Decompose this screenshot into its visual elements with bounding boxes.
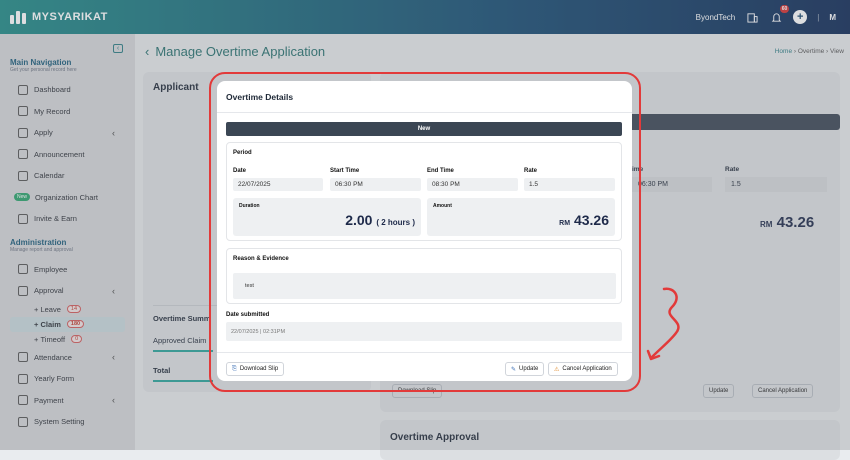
warning-icon: ⚠: [554, 366, 560, 373]
cancel-application-button[interactable]: ⚠ Cancel Application: [548, 362, 618, 376]
modal-title: Overtime Details: [226, 91, 294, 102]
duration-number: 2.00: [345, 212, 373, 228]
btn-label: Update: [519, 366, 539, 372]
footer-divider: [217, 352, 632, 353]
rate-field: 1.5: [524, 178, 615, 191]
amount-number: 43.26: [573, 212, 609, 228]
duration-value: 2.00 ( 2 hours ): [345, 212, 415, 228]
period-section: Period Date 22/07/2025 Start Time 06:30 …: [226, 142, 622, 241]
amount-value: RM 43.26: [559, 212, 609, 228]
reason-section: Reason & Evidence test: [226, 248, 622, 304]
date-field: 22/07/2025: [233, 178, 323, 191]
date-label: Date: [233, 168, 247, 174]
date-submitted-label: Date submitted: [226, 312, 270, 318]
update-button[interactable]: ✎ Update: [505, 362, 545, 376]
end-time-label: End Time: [427, 168, 454, 174]
duration-box: Duration 2.00 ( 2 hours ): [233, 198, 421, 236]
btn-label: Cancel Application: [562, 366, 612, 372]
end-time-field: 08:30 PM: [427, 178, 518, 191]
amount-box: Amount RM 43.26: [427, 198, 615, 236]
start-time-field: 06:30 PM: [330, 178, 421, 191]
overtime-details-modal: Overtime Details New Period Date 22/07/2…: [217, 81, 632, 381]
download-icon: ⎘: [232, 365, 237, 372]
duration-label: Duration: [239, 203, 260, 209]
modal-header: Overtime Details: [217, 81, 632, 113]
start-time-label: Start Time: [330, 168, 360, 174]
annotation-arrow-icon: [646, 287, 680, 361]
btn-label: Download Slip: [239, 366, 279, 372]
date-submitted-field: 22/07/2025 | 02:31PM: [226, 322, 622, 341]
edit-icon: ✎: [511, 366, 517, 373]
rate-label: Rate: [524, 168, 538, 174]
download-slip-button[interactable]: ⎘ Download Slip: [226, 362, 285, 376]
period-title: Period: [233, 150, 252, 156]
reason-field: test: [233, 273, 616, 299]
currency: RM: [559, 220, 571, 227]
amount-label: Amount: [433, 203, 452, 209]
reason-title: Reason & Evidence: [233, 256, 289, 262]
status-bar: New: [226, 122, 622, 136]
duration-hours: ( 2 hours ): [376, 218, 415, 227]
